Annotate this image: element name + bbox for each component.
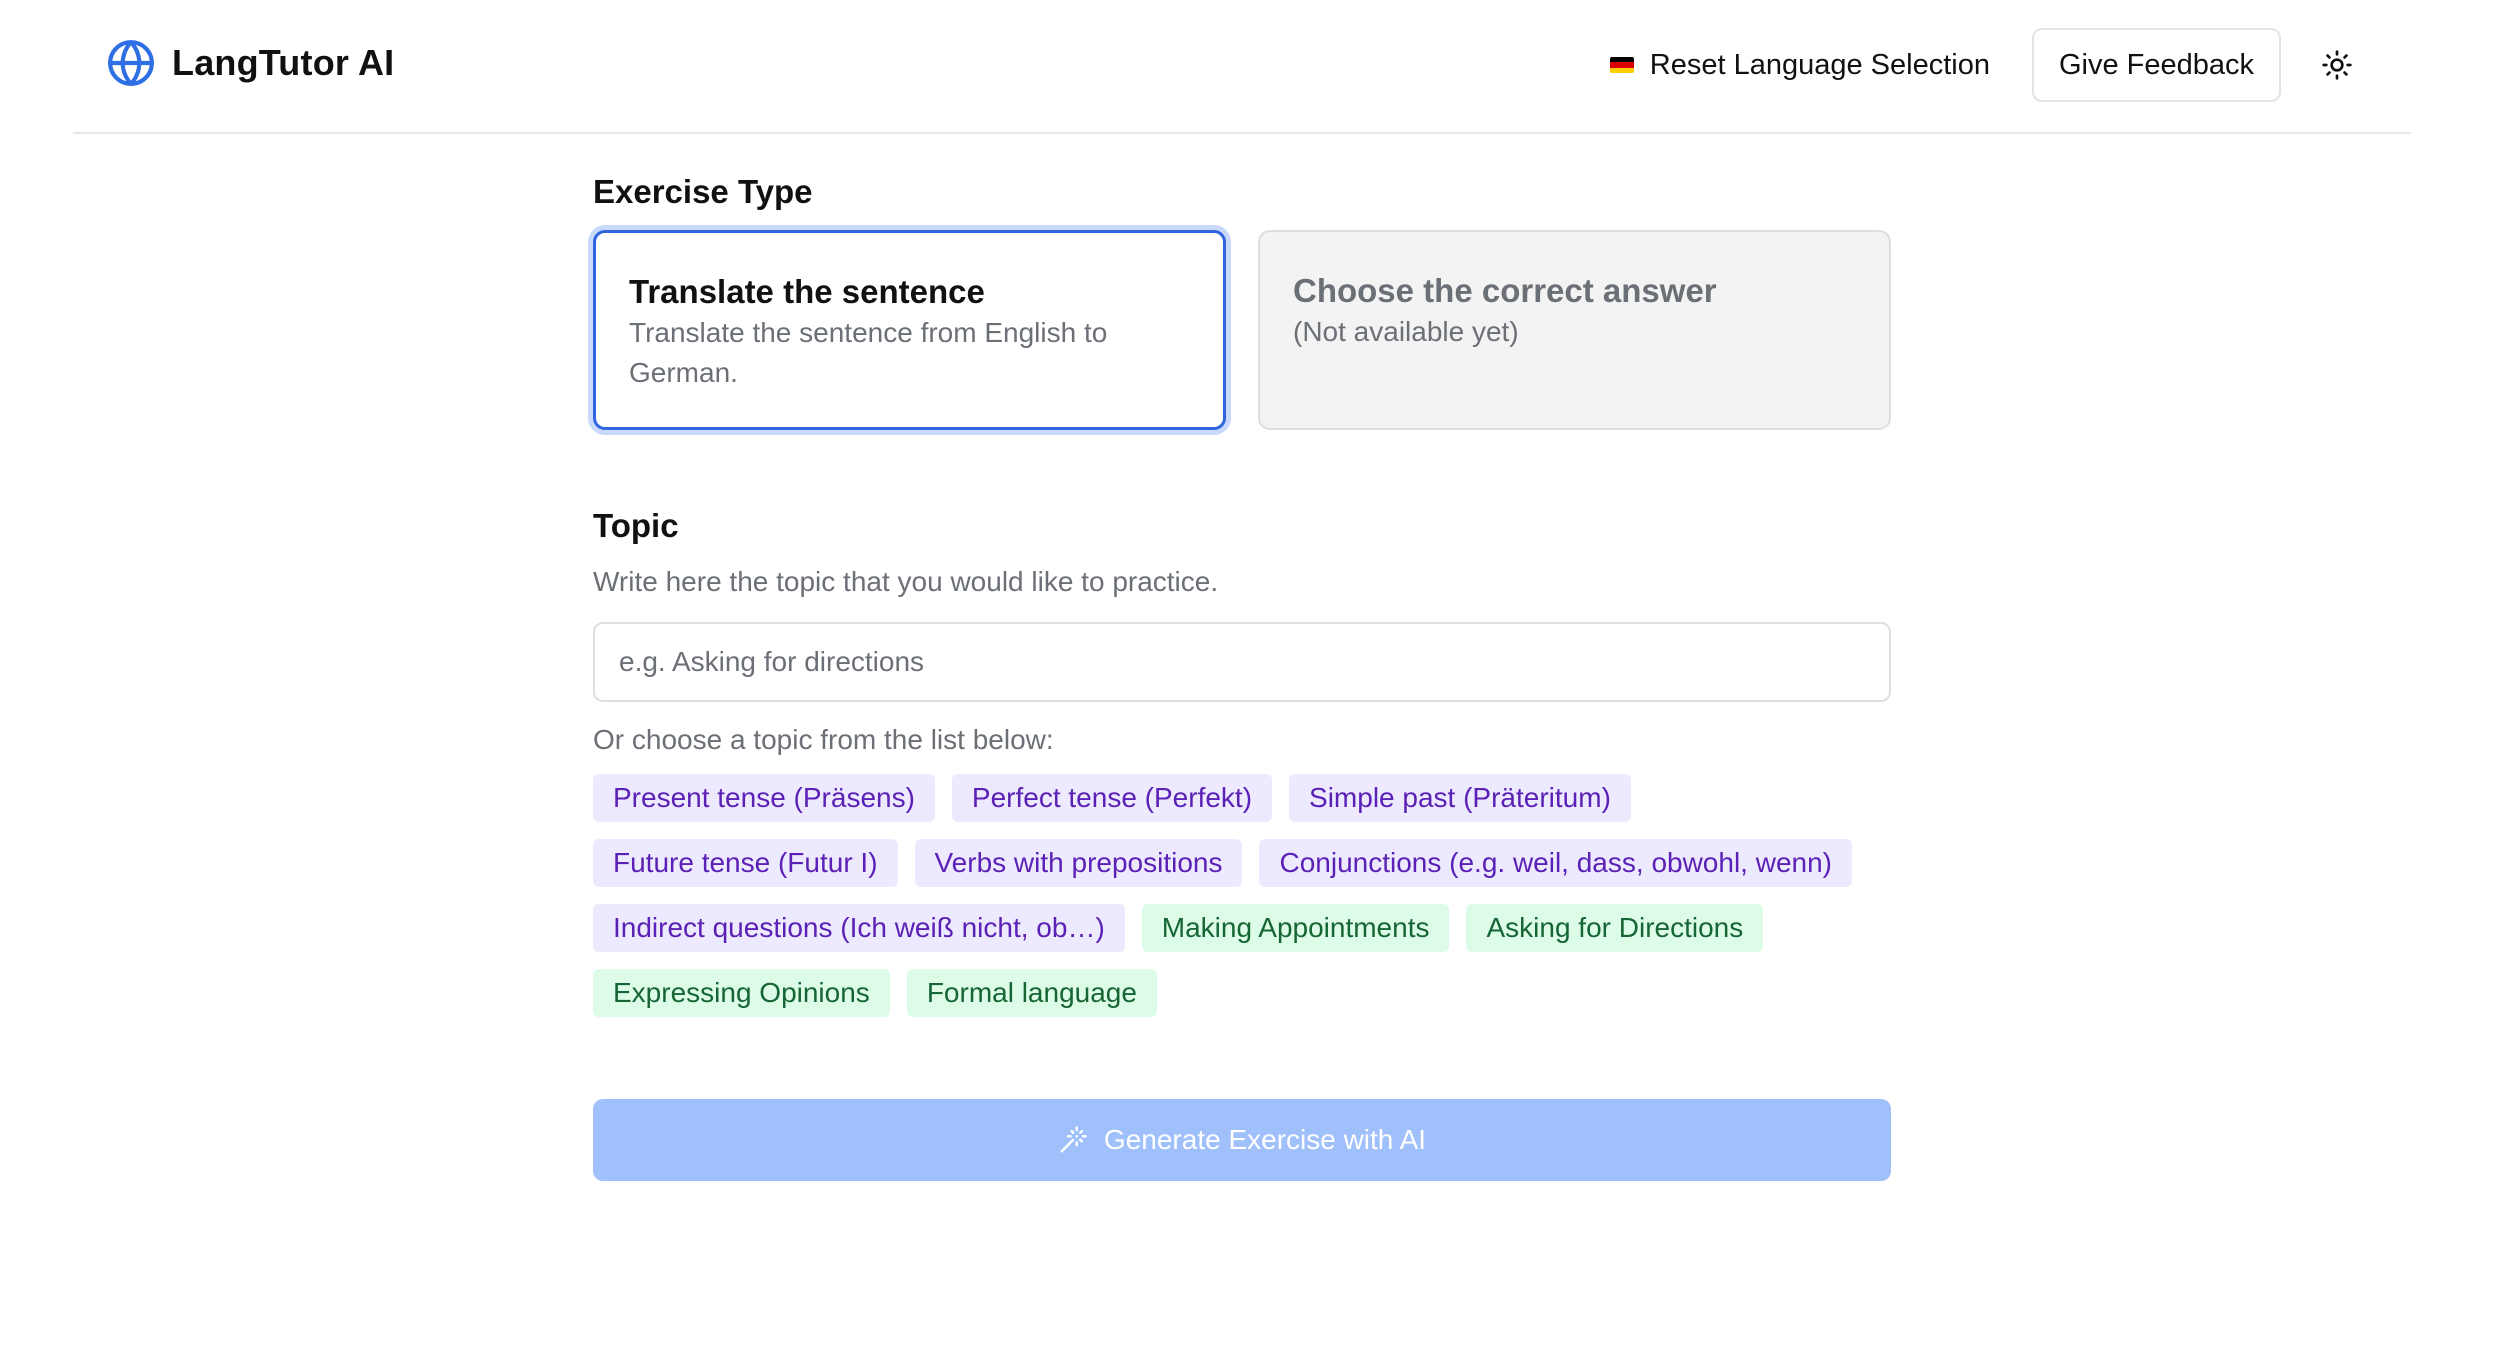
topic-chip[interactable]: Future tense (Futur I) (593, 839, 898, 887)
brand[interactable]: LangTutor AI (106, 38, 394, 88)
main-content: Exercise Type Translate the sentence Tra… (593, 168, 1891, 1181)
topic-help-text: Write here the topic that you would like… (593, 566, 1219, 597)
topic-section: Topic Write here the topic that you woul… (593, 502, 1891, 1017)
give-feedback-button[interactable]: Give Feedback (2031, 28, 2281, 102)
generate-exercise-label: Generate Exercise with AI (1103, 1124, 1427, 1155)
topic-list-label: Or choose a topic from the list below: (593, 724, 1054, 755)
exercise-type-section: Exercise Type Translate the sentence Tra… (593, 168, 1891, 430)
exercise-option-choose-answer: Choose the correct answer (Not available… (1258, 230, 1891, 430)
exercise-option-description: Translate the sentence from English to G… (629, 317, 1108, 388)
topic-chip[interactable]: Conjunctions (e.g. weil, dass, obwohl, w… (1259, 839, 1852, 887)
topic-chip[interactable]: Verbs with prepositions (914, 839, 1243, 887)
topic-heading: Topic (593, 507, 679, 544)
sun-icon (2321, 49, 2353, 81)
exercise-type-heading: Exercise Type (593, 173, 813, 210)
reset-language-label: Reset Language Selection (1649, 48, 1990, 81)
exercise-option-description: (Not available yet) (1293, 316, 1519, 347)
flag-de-icon (1609, 57, 1634, 73)
topic-chip[interactable]: Expressing Opinions (593, 969, 890, 1017)
globe-icon (106, 38, 156, 88)
app-header: LangTutor AI Reset Language Selection Gi… (73, 0, 2411, 134)
exercise-option-title: Translate the sentence (629, 273, 985, 310)
exercise-option-title: Choose the correct answer (1293, 272, 1717, 309)
topic-chip[interactable]: Simple past (Präteritum) (1289, 774, 1631, 822)
topic-input[interactable] (593, 622, 1891, 702)
exercise-option-translate[interactable]: Translate the sentence Translate the sen… (593, 230, 1226, 430)
topic-chip[interactable]: Asking for Directions (1466, 904, 1764, 952)
topic-chip[interactable]: Indirect questions (Ich weiß nicht, ob…) (593, 904, 1125, 952)
magic-wand-icon (1058, 1125, 1088, 1155)
topic-chip[interactable]: Perfect tense (Perfekt) (951, 774, 1273, 822)
exercise-type-options: Translate the sentence Translate the sen… (593, 230, 1891, 430)
app-title: LangTutor AI (172, 42, 395, 83)
header-actions: Reset Language Selection Give Feedback (1590, 28, 2411, 102)
topic-chip[interactable]: Present tense (Präsens) (593, 774, 935, 822)
topic-chip[interactable]: Making Appointments (1141, 904, 1450, 952)
generate-exercise-button[interactable]: Generate Exercise with AI (593, 1099, 1891, 1181)
reset-language-button[interactable]: Reset Language Selection (1590, 28, 2010, 102)
topic-chip-list: Present tense (Präsens) Perfect tense (Pe… (593, 774, 1891, 1017)
theme-toggle-button[interactable] (2307, 35, 2367, 95)
topic-chip[interactable]: Formal language (906, 969, 1157, 1017)
